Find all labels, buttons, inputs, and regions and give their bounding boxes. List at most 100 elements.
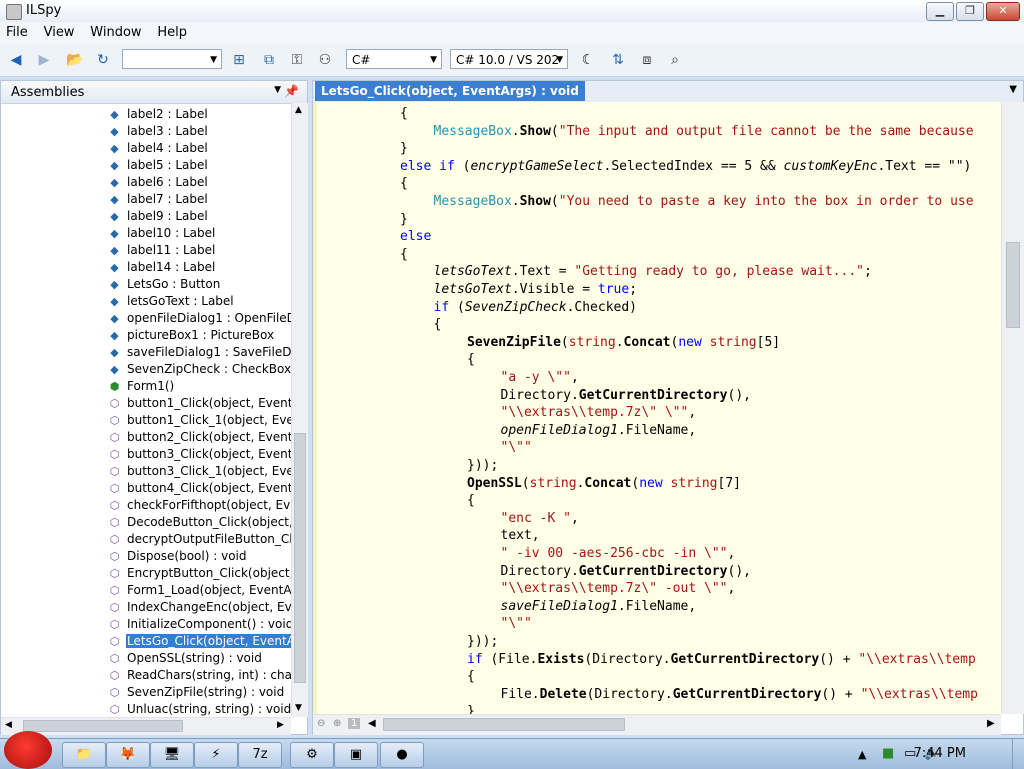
- tree-horizontal-scrollbar[interactable]: ◀ ▶: [1, 717, 291, 735]
- zoom-out-icon[interactable]: ⊖: [317, 718, 325, 729]
- refresh-icon[interactable]: ↻: [94, 51, 112, 69]
- tree-item[interactable]: ◆ label10 : Label: [1, 225, 291, 242]
- maximize-button[interactable]: ❐: [956, 2, 984, 21]
- tree-item[interactable]: ◆ label9 : Label: [1, 208, 291, 225]
- tree-item[interactable]: ⬡ Unluac(string, string) : void: [1, 701, 291, 717]
- taskbar-ilspy-icon[interactable]: ⚙: [290, 742, 334, 768]
- taskbar-firefox-icon[interactable]: 🦊: [106, 742, 150, 768]
- code-editor[interactable]: {MessageBox.Show("The input and output f…: [313, 102, 1001, 714]
- taskbar-device-icon[interactable]: 🖥: [150, 742, 194, 768]
- open-folder-icon[interactable]: 📂: [66, 51, 84, 69]
- scroll-left-icon[interactable]: ◀: [5, 720, 12, 730]
- taskbar-explorer-icon[interactable]: 📁: [62, 742, 106, 768]
- tree-item-label: button3_Click_1(object, Ever: [127, 464, 291, 478]
- tree-item[interactable]: ⬡ InitializeComponent() : void: [1, 616, 291, 633]
- tree-item[interactable]: ◆ saveFileDialog1 : SaveFileDia: [1, 344, 291, 361]
- tab-letsgo-click[interactable]: LetsGo_Click(object, EventArgs) : void: [315, 81, 585, 101]
- tree-item[interactable]: ⬡ decryptOutputFileButton_Cli: [1, 531, 291, 548]
- code-vertical-scrollbar[interactable]: [1001, 102, 1024, 714]
- tree-item[interactable]: ⬢ Form1(): [1, 378, 291, 395]
- sort-icon[interactable]: ⇅: [609, 51, 627, 69]
- scroll-right-icon[interactable]: ▶: [277, 720, 284, 730]
- menu-help[interactable]: Help: [151, 22, 193, 43]
- tree-item[interactable]: ⬡ SevenZipFile(string) : void: [1, 684, 291, 701]
- tree-item[interactable]: ⬡ button4_Click(object, EventA: [1, 480, 291, 497]
- code-token: .FileName,: [617, 422, 697, 438]
- forward-icon[interactable]: ▶: [35, 51, 53, 69]
- taskbar-record-icon[interactable]: ●: [380, 742, 424, 768]
- show-private-members-icon[interactable]: ⚿: [288, 51, 306, 69]
- scroll-down-icon[interactable]: ▼: [295, 703, 302, 713]
- tree-item[interactable]: ⬡ IndexChangeEnc(object, Eve: [1, 599, 291, 616]
- code-token: letsGoText: [433, 264, 512, 280]
- code-scroll-thumb[interactable]: [1006, 242, 1020, 328]
- zoom-in-icon[interactable]: ⊕: [333, 718, 341, 729]
- tree-scroll-thumb[interactable]: [294, 433, 306, 683]
- tree-vertical-scrollbar[interactable]: ▲ ▼: [291, 103, 308, 717]
- tree-item[interactable]: ⬡ Form1_Load(object, EventAr: [1, 582, 291, 599]
- tree-hscroll-thumb[interactable]: [23, 720, 183, 732]
- tree-item[interactable]: ◆ label14 : Label: [1, 259, 291, 276]
- scroll-up-icon[interactable]: ▲: [295, 105, 302, 115]
- tree-item[interactable]: ◆ label3 : Label: [1, 123, 291, 140]
- tree-item[interactable]: ⬡ button2_Click(object, EventA: [1, 429, 291, 446]
- scroll-right-icon[interactable]: ▶: [987, 718, 995, 729]
- tree-item[interactable]: ◆ label2 : Label: [1, 106, 291, 123]
- show-all-members-icon[interactable]: ⚇: [316, 51, 334, 69]
- taskbar-windows-icon[interactable]: ▣: [334, 742, 378, 768]
- tree-item[interactable]: ⬡ checkForFifthopt(object, Eve: [1, 497, 291, 514]
- scroll-left-icon[interactable]: ◀: [368, 718, 376, 729]
- tree-item[interactable]: ◆ label11 : Label: [1, 242, 291, 259]
- tree-item[interactable]: ⬡ button1_Click(object, EventA: [1, 395, 291, 412]
- code-horizontal-scrollbar[interactable]: ⊖ ⊕ 1 ◀ ▶: [313, 714, 1001, 735]
- tree-item[interactable]: ◆ label4 : Label: [1, 140, 291, 157]
- tree-item[interactable]: ⬡ EncryptButton_Click(object,: [1, 565, 291, 582]
- menu-file[interactable]: File: [0, 22, 34, 43]
- tree-item[interactable]: ⬡ LetsGo_Click(object, EventAr: [1, 633, 291, 650]
- manage-assemblies-icon[interactable]: ⊞: [230, 51, 248, 69]
- language-version-combo[interactable]: C# 10.0 / VS 202 ▼: [450, 49, 568, 69]
- code-token: "The input and output file cannot be the…: [558, 123, 974, 139]
- code-token: {: [400, 176, 408, 192]
- tree-item[interactable]: ◆ label5 : Label: [1, 157, 291, 174]
- start-button[interactable]: [4, 731, 52, 769]
- collapse-icon[interactable]: ⧈: [638, 51, 656, 69]
- search-icon[interactable]: ⌕: [666, 51, 684, 69]
- tree-item[interactable]: ⬡ Dispose(bool) : void: [1, 548, 291, 565]
- pin-icon[interactable]: 📌: [284, 84, 299, 98]
- tree-item[interactable]: ◆ label6 : Label: [1, 174, 291, 191]
- tree-item[interactable]: ◆ pictureBox1 : PictureBox: [1, 327, 291, 344]
- code-token: {: [467, 493, 475, 509]
- tree-item[interactable]: ⬡ button3_Click_1(object, Ever: [1, 463, 291, 480]
- field-icon: ◆: [110, 329, 119, 342]
- close-button[interactable]: ✕: [986, 2, 1020, 21]
- taskbar-flash-icon[interactable]: ⚡: [194, 742, 238, 768]
- tray-chevron-icon[interactable]: ▲: [858, 748, 866, 761]
- taskbar-clock[interactable]: 7:44 PM: [914, 746, 966, 761]
- show-desktop-button[interactable]: [1012, 739, 1024, 769]
- tree-item[interactable]: ◆ label7 : Label: [1, 191, 291, 208]
- window-layout-icon[interactable]: ⧉: [260, 51, 278, 69]
- method-icon: ⬡: [109, 669, 120, 682]
- menu-view[interactable]: View: [38, 22, 81, 43]
- code-hscroll-thumb[interactable]: [383, 718, 625, 731]
- tray-network-icon[interactable]: ■: [882, 746, 894, 761]
- taskbar-7zip-icon[interactable]: 7z: [238, 742, 282, 768]
- theme-moon-icon[interactable]: ☾: [579, 51, 597, 69]
- menu-window[interactable]: Window: [84, 22, 147, 43]
- tree-item[interactable]: ◆ SevenZipCheck : CheckBox: [1, 361, 291, 378]
- tree-item[interactable]: ◆ openFileDialog1 : OpenFileD: [1, 310, 291, 327]
- language-combo[interactable]: C# ▼: [346, 49, 442, 69]
- tree-item[interactable]: ◆ LetsGo : Button: [1, 276, 291, 293]
- assembly-list-combo[interactable]: ▼: [122, 49, 222, 69]
- tree-item[interactable]: ⬡ ReadChars(string, int) : char: [1, 667, 291, 684]
- tree-item[interactable]: ⬡ button1_Click_1(object, Ever: [1, 412, 291, 429]
- back-icon[interactable]: ◀: [7, 51, 25, 69]
- chevron-down-icon[interactable]: ▼: [274, 85, 281, 95]
- tree-item[interactable]: ⬡ DecodeButton_Click(object,: [1, 514, 291, 531]
- tree-item[interactable]: ⬡ button3_Click(object, EventA: [1, 446, 291, 463]
- tree-item[interactable]: ◆ letsGoText : Label: [1, 293, 291, 310]
- chevron-down-icon[interactable]: ▼: [1009, 84, 1017, 95]
- minimize-button[interactable]: ▁: [926, 2, 954, 21]
- tree-item[interactable]: ⬡ OpenSSL(string) : void: [1, 650, 291, 667]
